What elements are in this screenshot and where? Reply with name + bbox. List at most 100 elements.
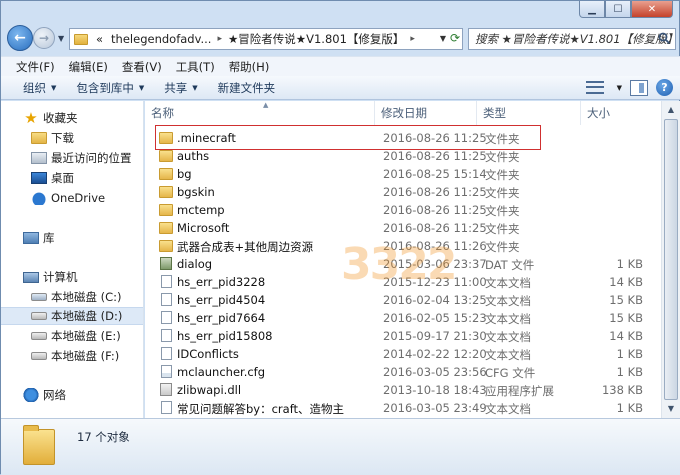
nav-libraries[interactable]: 库 xyxy=(23,229,165,247)
recent-places-icon xyxy=(31,152,47,164)
address-history-marker[interactable]: « xyxy=(92,32,107,46)
search-icon[interactable] xyxy=(658,32,671,45)
minimize-button[interactable]: ▁ xyxy=(579,1,605,18)
file-type: 文件夹 xyxy=(485,222,520,236)
file-name: zlibwapi.dll xyxy=(177,383,242,397)
folder-icon xyxy=(159,168,173,180)
close-button[interactable]: ✕ xyxy=(631,1,673,18)
nav-drive-e-label: 本地磁盘 (E:) xyxy=(51,329,121,343)
folder-icon xyxy=(159,150,173,162)
star-icon: ★ xyxy=(24,109,38,127)
desktop-icon xyxy=(31,172,47,184)
file-name: dialog xyxy=(177,257,213,271)
file-row[interactable]: zlibwapi.dll 2013-10-18 18:43 应用程序扩展 138 KB xyxy=(153,381,659,399)
file-name: Microsoft xyxy=(177,221,230,235)
file-date: 2016-02-05 15:23 xyxy=(383,311,487,325)
refresh-icon[interactable]: ⟳ xyxy=(450,31,460,45)
address-segment-parent[interactable]: thelegendofadv... xyxy=(107,32,215,46)
drive-icon xyxy=(31,312,47,320)
new-folder-label: 新建文件夹 xyxy=(217,80,276,95)
address-bar[interactable]: « thelegendofadv... ▸ ★冒险者传说★V1.801【修复版】… xyxy=(69,28,463,50)
back-button[interactable]: ← xyxy=(7,25,33,51)
file-row[interactable]: IDConflicts 2014-02-22 12:20 文本文档 1 KB xyxy=(153,345,659,363)
chevron-right-icon[interactable]: ▸ xyxy=(215,34,224,44)
column-size[interactable]: 大小 xyxy=(581,101,661,125)
view-options-icon[interactable] xyxy=(585,80,604,96)
item-count: 17 个对象 xyxy=(77,430,130,444)
file-row[interactable]: hs_err_pid4504 2016-02-04 13:25 文本文档 15 KB xyxy=(153,291,659,309)
folder-large-icon xyxy=(23,425,55,465)
search-input[interactable]: 搜索 ★冒险者传说★V1.801【修复版】 xyxy=(468,28,679,50)
share-label: 共享 xyxy=(164,80,188,95)
folder-icon xyxy=(159,240,173,252)
navigation-pane: ★ 收藏夹 下载 最近访问的位置 桌面 OneDrive 库 计算机 本地磁盘 … xyxy=(1,101,144,418)
nav-favorites[interactable]: ★ 收藏夹 xyxy=(23,109,165,127)
nav-computer[interactable]: 计算机 xyxy=(23,268,165,286)
menu-help[interactable]: 帮助(H) xyxy=(222,59,277,75)
scroll-down-icon[interactable]: ▼ xyxy=(662,400,680,417)
file-row[interactable]: hs_err_pid15808 2015-09-17 21:30 文本文档 14 KB xyxy=(153,327,659,345)
network-icon xyxy=(23,388,39,402)
chevron-down-icon[interactable]: ▼ xyxy=(617,84,622,92)
organize-button[interactable]: 组织 ▼ xyxy=(13,80,66,96)
file-row[interactable]: bgskin 2016-08-26 11:25 文件夹 xyxy=(153,183,659,201)
scroll-up-icon[interactable]: ▲ xyxy=(662,101,680,118)
file-name: bgskin xyxy=(177,185,215,199)
history-dropdown-icon[interactable]: ▼ xyxy=(58,34,64,43)
menu-edit[interactable]: 编辑(E) xyxy=(62,59,115,75)
forward-button[interactable]: → xyxy=(33,27,55,49)
vertical-scrollbar[interactable]: ▲ ▼ xyxy=(661,101,680,418)
file-row[interactable]: bg 2016-08-25 15:14 文件夹 xyxy=(153,165,659,183)
file-row[interactable]: Microsoft 2016-08-26 11:25 文件夹 xyxy=(153,219,659,237)
chevron-right-icon[interactable]: ▸ xyxy=(408,34,417,44)
chevron-down-icon: ▼ xyxy=(51,83,57,92)
command-bar: 组织 ▼ 包含到库中 ▼ 共享 ▼ 新建文件夹 ▼ ? xyxy=(1,76,680,100)
text-file-icon xyxy=(161,311,172,324)
library-icon xyxy=(23,232,39,244)
preview-pane-icon[interactable] xyxy=(630,79,648,96)
file-date: 2014-02-22 12:20 xyxy=(383,347,487,361)
file-row[interactable]: 常见问题解答by：craft、造物主 2016-03-05 23:49 文本文档 1 … xyxy=(153,399,659,417)
explorer-window: ▁ ☐ ✕ ← → ▼ « thelegendofadv... ▸ ★冒险者传说… xyxy=(0,0,680,475)
file-type: 文本文档 xyxy=(485,312,531,326)
file-date: 2016-08-25 15:14 xyxy=(383,167,487,181)
file-size: 15 KB xyxy=(609,293,643,307)
column-name[interactable]: 名称 xyxy=(145,101,375,125)
new-folder-button[interactable]: 新建文件夹 xyxy=(208,80,286,96)
dat-file-icon xyxy=(160,257,172,270)
file-size: 1 KB xyxy=(616,257,643,271)
menu-file[interactable]: 文件(F) xyxy=(9,59,62,75)
highlight-annotation-box xyxy=(155,125,541,150)
scroll-thumb[interactable] xyxy=(664,119,678,400)
file-row[interactable]: mctemp 2016-08-26 11:25 文件夹 xyxy=(153,201,659,219)
column-date[interactable]: 修改日期 xyxy=(375,101,477,125)
share-button[interactable]: 共享 ▼ xyxy=(154,80,207,96)
column-type[interactable]: 类型 xyxy=(477,101,581,125)
chevron-down-icon: ▼ xyxy=(192,83,198,92)
include-in-library-button[interactable]: 包含到库中 ▼ xyxy=(66,80,154,96)
file-row[interactable]: mclauncher.cfg 2016-03-05 23:56 CFG 文件 1 KB xyxy=(153,363,659,381)
chevron-down-icon: ▼ xyxy=(138,83,145,92)
nav-drive-c-label: 本地磁盘 (C:) xyxy=(51,290,122,304)
nav-libraries-label: 库 xyxy=(43,231,55,245)
file-row[interactable]: hs_err_pid7664 2016-02-05 15:23 文本文档 15 KB xyxy=(153,309,659,327)
onedrive-cloud-icon xyxy=(31,191,47,205)
nav-network[interactable]: 网络 xyxy=(23,386,165,404)
text-file-icon xyxy=(161,275,172,288)
drive-icon xyxy=(31,332,47,340)
menu-view[interactable]: 查看(V) xyxy=(115,59,169,75)
computer-icon xyxy=(23,271,39,283)
file-type: 文件夹 xyxy=(485,150,520,164)
maximize-button[interactable]: ☐ xyxy=(605,1,631,18)
search-placeholder: 搜索 ★冒险者传说★V1.801【修复版】 xyxy=(475,32,679,46)
address-segment-current[interactable]: ★冒险者传说★V1.801【修复版】 xyxy=(224,31,408,47)
download-folder-icon xyxy=(31,132,47,144)
help-icon[interactable]: ? xyxy=(656,79,673,96)
file-name: auths xyxy=(177,149,210,163)
nav-drive-d[interactable]: 本地磁盘 (D:) xyxy=(1,307,143,325)
file-type: 文件夹 xyxy=(485,168,520,182)
include-in-library-label: 包含到库中 xyxy=(76,80,134,95)
address-dropdown-icon[interactable]: ▼ xyxy=(440,34,446,43)
file-date: 2016-08-26 11:25 xyxy=(383,185,487,199)
menu-tools[interactable]: 工具(T) xyxy=(169,59,222,75)
